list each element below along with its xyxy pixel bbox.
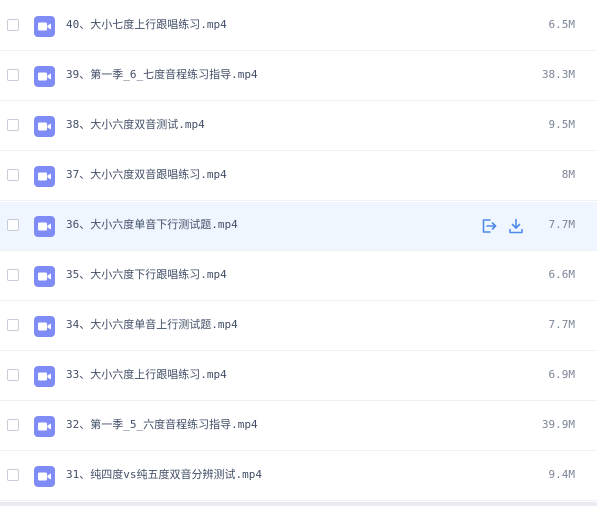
row-checkbox[interactable]	[7, 219, 19, 231]
file-size: 6.5M	[548, 18, 576, 31]
list-item[interactable]: 33、大小六度上行跟唱练习.mp4 6.9M	[0, 352, 597, 401]
file-name[interactable]: 39、第一季_6_七度音程练习指导.mp4	[66, 67, 258, 83]
video-file-icon	[34, 366, 55, 387]
file-name[interactable]: 37、大小六度双音跟唱练习.mp4	[66, 167, 227, 183]
file-name[interactable]: 32、第一季_5_六度音程练习指导.mp4	[66, 417, 258, 433]
file-size: 8M	[561, 168, 575, 181]
row-checkbox[interactable]	[7, 169, 19, 181]
row-checkbox[interactable]	[7, 369, 19, 381]
file-size: 9.4M	[548, 468, 576, 481]
file-name[interactable]: 35、大小六度下行跟唱练习.mp4	[66, 267, 227, 283]
file-name[interactable]: 33、大小六度上行跟唱练习.mp4	[66, 367, 227, 383]
file-size: 38.3M	[541, 68, 575, 81]
video-file-icon	[34, 166, 55, 187]
video-file-icon	[34, 116, 55, 137]
row-checkbox[interactable]	[7, 119, 19, 131]
row-checkbox[interactable]	[7, 19, 19, 31]
file-size: 39.9M	[541, 418, 575, 431]
file-size: 7.7M	[548, 318, 576, 331]
list-item[interactable]: 34、大小六度单音上行测试题.mp4 7.7M	[0, 302, 597, 351]
video-file-icon	[34, 416, 55, 437]
file-size: 7.7M	[548, 218, 576, 231]
list-item[interactable]: 38、大小六度双音测试.mp4 9.5M	[0, 102, 597, 151]
file-size: 9.5M	[548, 118, 576, 131]
video-file-icon	[34, 266, 55, 287]
file-name[interactable]: 40、大小七度上行跟唱练习.mp4	[66, 17, 227, 33]
video-file-icon	[34, 66, 55, 87]
file-size: 6.6M	[548, 268, 576, 281]
video-file-icon	[34, 16, 55, 37]
list-item-hovered[interactable]: 36、大小六度单音下行测试题.mp4 7.7M	[0, 202, 597, 251]
video-file-icon	[34, 466, 55, 487]
row-checkbox[interactable]	[7, 269, 19, 281]
video-file-icon	[34, 316, 55, 337]
file-name[interactable]: 34、大小六度单音上行测试题.mp4	[66, 317, 238, 333]
list-item[interactable]: 39、第一季_6_七度音程练习指导.mp4 38.3M	[0, 52, 597, 101]
row-checkbox[interactable]	[7, 69, 19, 81]
video-file-icon	[34, 216, 55, 237]
file-name[interactable]: 36、大小六度单音下行测试题.mp4	[66, 217, 238, 233]
share-icon[interactable]	[480, 217, 498, 235]
download-icon[interactable]	[507, 217, 525, 235]
file-size: 6.9M	[548, 368, 576, 381]
file-name[interactable]: 38、大小六度双音测试.mp4	[66, 117, 205, 133]
row-checkbox[interactable]	[7, 469, 19, 481]
list-item[interactable]: 31、纯四度vs纯五度双音分辨测试.mp4 9.4M	[0, 452, 597, 501]
list-item[interactable]: 37、大小六度双音跟唱练习.mp4 8M	[0, 152, 597, 201]
list-bottom-edge	[0, 502, 597, 506]
file-list: 40、大小七度上行跟唱练习.mp4 6.5M 39、第一季_6_七度音程练习指导…	[0, 0, 597, 506]
list-item[interactable]: 32、第一季_5_六度音程练习指导.mp4 39.9M	[0, 402, 597, 451]
row-checkbox[interactable]	[7, 319, 19, 331]
row-checkbox[interactable]	[7, 419, 19, 431]
file-name[interactable]: 31、纯四度vs纯五度双音分辨测试.mp4	[66, 467, 262, 483]
list-item[interactable]: 35、大小六度下行跟唱练习.mp4 6.6M	[0, 252, 597, 301]
list-item[interactable]: 40、大小七度上行跟唱练习.mp4 6.5M	[0, 2, 597, 51]
